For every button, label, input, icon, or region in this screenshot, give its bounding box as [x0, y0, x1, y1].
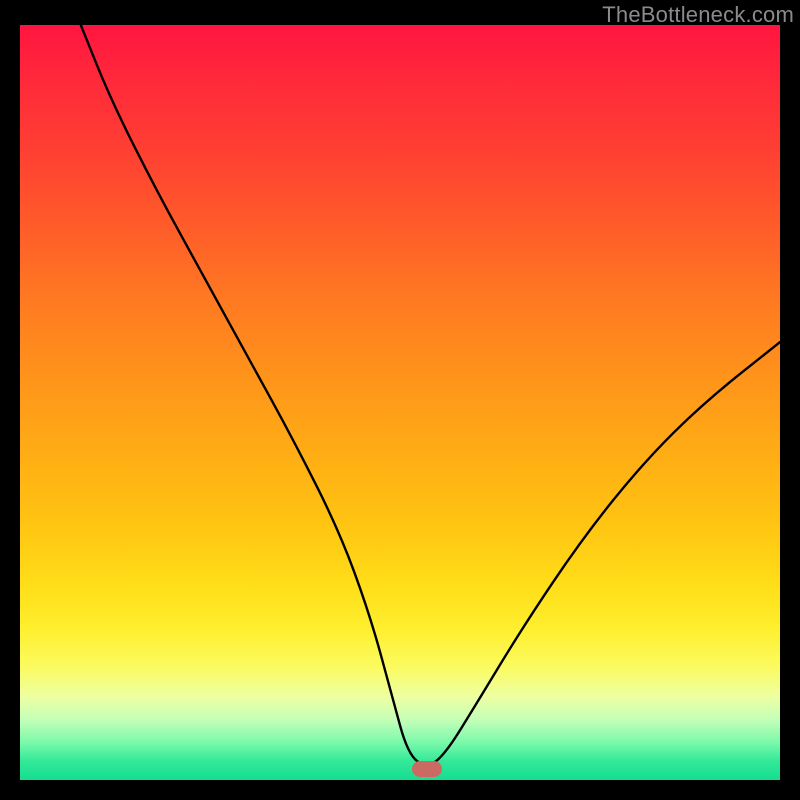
curve-path — [81, 25, 780, 765]
minimum-marker — [412, 761, 442, 777]
bottleneck-curve — [20, 25, 780, 780]
chart-frame: TheBottleneck.com — [0, 0, 800, 800]
chart-plot-area — [20, 25, 780, 780]
watermark-text: TheBottleneck.com — [602, 2, 794, 28]
